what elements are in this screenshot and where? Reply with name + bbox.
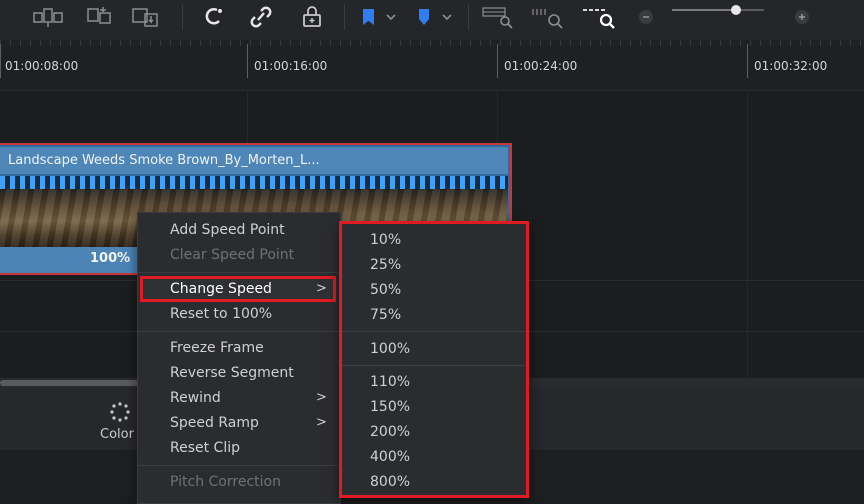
snapping-icon[interactable] [198,4,228,30]
zoom-custom-icon[interactable] [578,4,618,30]
speed-option[interactable]: 100% [370,341,410,357]
zoom-slider[interactable] [672,5,764,15]
speed-option[interactable]: 25% [370,257,401,273]
menu-item-reverse-segment[interactable]: Reverse Segment [170,365,294,381]
zoom-slider-fill [672,9,737,11]
overwrite-clip-icon[interactable] [82,4,116,30]
link-icon[interactable] [246,4,276,30]
menu-item-rewind[interactable]: Rewind [170,390,221,406]
menu-item-reset-clip[interactable]: Reset Clip [170,440,240,456]
replace-clip-icon[interactable] [126,4,166,30]
timecode-label: 01:00:08:00 [5,59,79,73]
zoom-slider-handle[interactable] [731,5,742,15]
speed-option[interactable]: 75% [370,307,401,323]
menu-item-add-speed-point[interactable]: Add Speed Point [170,222,285,238]
chevron-right-icon: > [316,390,327,405]
menu-item-freeze-frame[interactable]: Freeze Frame [170,340,264,356]
menu-item-reset-to-100[interactable]: Reset to 100% [170,306,272,322]
speed-option[interactable]: 200% [370,424,410,440]
speed-option[interactable]: 10% [370,232,401,248]
chevron-right-icon: > [316,415,327,430]
menu-item-change-speed[interactable]: Change Speed [170,281,272,297]
ruler-ticks [0,40,864,46]
speed-markers [0,176,508,189]
color-page-label[interactable]: Color [100,427,134,442]
speed-option[interactable]: 110% [370,374,410,390]
flag-icon[interactable] [356,4,402,30]
zoom-full-icon[interactable] [480,4,518,30]
color-page-icon[interactable] [109,401,131,427]
menu-item-clear-speed-point: Clear Speed Point [170,247,295,263]
speed-option[interactable]: 150% [370,399,410,415]
timecode-label: 01:00:16:00 [254,59,328,73]
speed-option[interactable]: 800% [370,474,410,490]
menu-item-pitch-correction: Pitch Correction [170,474,281,490]
zoom-detail-icon[interactable] [528,4,568,30]
speed-option[interactable]: 50% [370,282,401,298]
marker-icon[interactable] [410,4,460,30]
zoom-out-icon[interactable] [636,4,656,30]
timecode-label: 01:00:24:00 [504,59,578,73]
timeline-ruler[interactable] [0,40,864,91]
position-lock-icon[interactable] [297,4,327,30]
speed-option[interactable]: 400% [370,449,410,465]
zoom-in-icon[interactable] [792,4,812,30]
chevron-right-icon: > [316,281,327,296]
clip-speed-label: 100% [90,251,131,266]
menu-item-speed-ramp[interactable]: Speed Ramp [170,415,259,431]
clip-title: Landscape Weeds Smoke Brown_By_Morten_L.… [0,147,508,174]
change-speed-submenu [339,221,529,498]
timeline-toolbar [0,0,864,40]
timecode-label: 01:00:32:00 [754,59,828,73]
insert-clip-icon[interactable] [30,4,66,30]
